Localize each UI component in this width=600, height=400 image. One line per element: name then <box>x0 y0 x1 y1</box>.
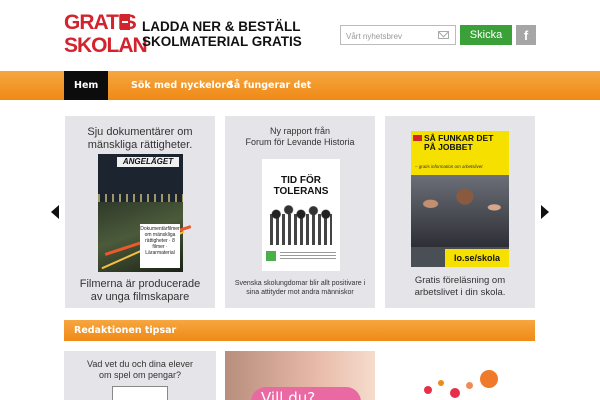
tip-card-button[interactable]: Vill du? <box>251 387 361 400</box>
carousel-card-lo[interactable]: SÅ FUNKAR DET PÅ JOBBET – gratis informa… <box>385 116 535 308</box>
newsletter-input[interactable] <box>341 27 431 46</box>
report-title: TID FÖR TOLERANS <box>262 175 340 197</box>
nav-item-hem[interactable]: Hem <box>64 71 109 100</box>
people-illustration <box>270 201 332 245</box>
dvd-title: ANGELÄGET <box>117 157 179 167</box>
lo-logo <box>413 135 422 141</box>
card-caption-line2: arbetslivet i din skola. <box>414 287 506 298</box>
dvd-cover-image: ANGELÄGET Dokumentärfilmer om mänskliga … <box>98 154 192 272</box>
card-caption-line1: Filmerna är producerade <box>79 278 201 290</box>
carousel-card-report[interactable]: Ny rapport från Forum för Levande Histor… <box>225 116 375 308</box>
card-title: Ny rapport från Forum för Levande Histor… <box>225 126 375 148</box>
dot <box>424 386 432 394</box>
tagline-line2: SKOLMATERIAL GRATIS <box>142 34 302 49</box>
dvd-sticker: Dokumentärfilmer om mänskliga rättighete… <box>140 224 180 268</box>
report-title-line2: TOLERANS <box>273 186 329 197</box>
laptop-illustration <box>112 386 168 400</box>
dot <box>438 380 444 386</box>
card-caption: Svenska skolungdomar blir allt positivar… <box>225 279 375 297</box>
main-nav: Hem Sök med nyckelord Så fungerar det <box>0 71 600 100</box>
poster-url: lo.se/skola <box>445 249 509 267</box>
tip-card-title-line1: Vad vet du och dina elever <box>87 359 193 369</box>
poster-subtitle: – gratis information om arbetslivet <box>415 164 483 169</box>
newsletter-field[interactable] <box>340 25 456 46</box>
site-header: GRATIS SKOLAN LADDA NER & BESTÄLL SKOLMA… <box>0 0 600 70</box>
card-caption-line1: Gratis föreläsning om <box>414 275 506 286</box>
carousel-next-icon[interactable] <box>541 205 549 219</box>
card-caption-line2: sina attityder mot andra människor <box>246 289 354 296</box>
report-footer <box>266 251 336 263</box>
report-title-line1: TID FÖR <box>281 175 321 186</box>
poster-headline: SÅ FUNKAR DET PÅ JOBBET <box>424 133 494 152</box>
section-header-tips: Redaktionen tipsar <box>64 320 535 341</box>
logo-line2: SKOLAN <box>64 34 148 57</box>
card-title-line2: Forum för Levande Historia <box>245 137 355 147</box>
card-title-line2: mänskliga rättigheter. <box>87 139 193 151</box>
dot <box>450 388 460 398</box>
report-fineprint <box>280 252 336 260</box>
tip-card-title-line2: om spel om pengar? <box>98 370 182 380</box>
card-title-line1: Sju dokumentärer om <box>87 126 193 138</box>
tip-card-photo[interactable]: Vill du? <box>225 351 375 400</box>
card-caption-line2: av unga filmskapare <box>90 291 190 303</box>
tip-card-gambling[interactable]: Vad vet du och dina elever om spel om pe… <box>64 351 216 400</box>
mail-icon <box>438 31 449 39</box>
carousel-card-documentaries[interactable]: Sju dokumentärer om mänskliga rättighete… <box>65 116 215 308</box>
tip-card-title: Vad vet du och dina elever om spel om pe… <box>64 359 216 381</box>
section-title: Redaktionen tipsar <box>74 325 177 336</box>
dot <box>466 382 473 389</box>
card-title: Sju dokumentärer om mänskliga rättighete… <box>65 126 215 152</box>
decorative-dots <box>420 368 510 400</box>
logo-mark <box>120 14 130 30</box>
tagline-line1: LADDA NER & BESTÄLL <box>142 19 301 34</box>
site-logo[interactable]: GRATIS SKOLAN <box>64 12 148 58</box>
card-title-line1: Ny rapport från <box>269 126 331 136</box>
facebook-icon[interactable]: f <box>516 25 536 45</box>
card-caption-line1: Svenska skolungdomar blir allt positivar… <box>234 280 366 287</box>
publisher-logo <box>266 251 276 261</box>
poster-image: SÅ FUNKAR DET PÅ JOBBET – gratis informa… <box>411 131 509 267</box>
site-tagline: LADDA NER & BESTÄLL SKOLMATERIAL GRATIS <box>142 19 322 49</box>
tip-card-button-label: Vill du? <box>261 389 316 400</box>
card-caption: Gratis föreläsning om arbetslivet i din … <box>385 275 535 299</box>
dot <box>480 370 498 388</box>
crowd-photo <box>411 175 509 247</box>
nav-item-sa-fungerar[interactable]: Så fungerar det <box>217 71 321 100</box>
card-caption: Filmerna är producerade av unga filmskap… <box>65 278 215 304</box>
report-cover-image: TID FÖR TOLERANS <box>262 159 340 271</box>
carousel-prev-icon[interactable] <box>51 205 59 219</box>
newsletter-submit-button[interactable]: Skicka <box>460 25 512 45</box>
